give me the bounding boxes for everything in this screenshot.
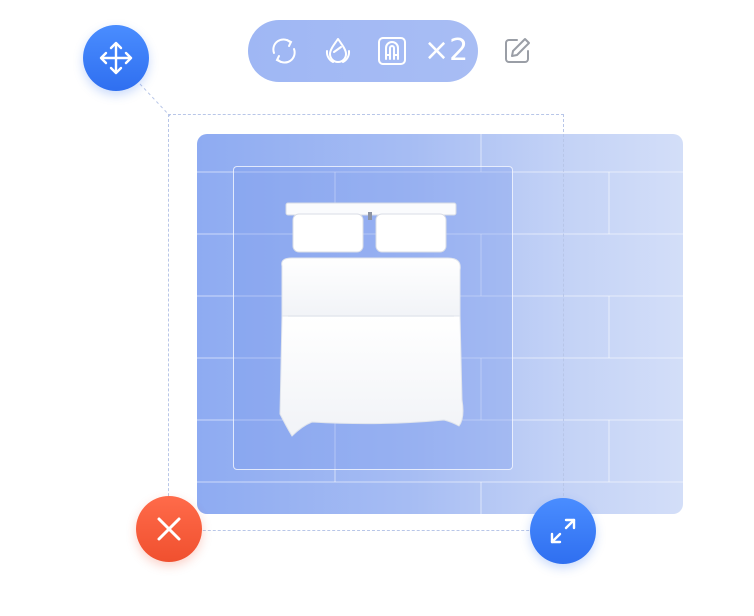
design-canvas: ×2: [0, 0, 754, 616]
magnet-icon[interactable]: [374, 33, 410, 69]
material-icon[interactable]: [320, 33, 356, 69]
close-icon: [157, 517, 181, 541]
move-arrows-icon: [99, 41, 133, 75]
multiplier-label[interactable]: ×2: [424, 36, 468, 66]
resize-diagonal-icon: [550, 518, 576, 544]
rotate-icon[interactable]: [266, 33, 302, 69]
move-handle[interactable]: [83, 25, 149, 91]
edit-pencil-icon[interactable]: [500, 34, 534, 68]
bed[interactable]: [272, 200, 468, 440]
resize-handle[interactable]: [530, 498, 596, 564]
delete-handle[interactable]: [136, 496, 202, 562]
object-toolbar: ×2: [248, 20, 478, 82]
